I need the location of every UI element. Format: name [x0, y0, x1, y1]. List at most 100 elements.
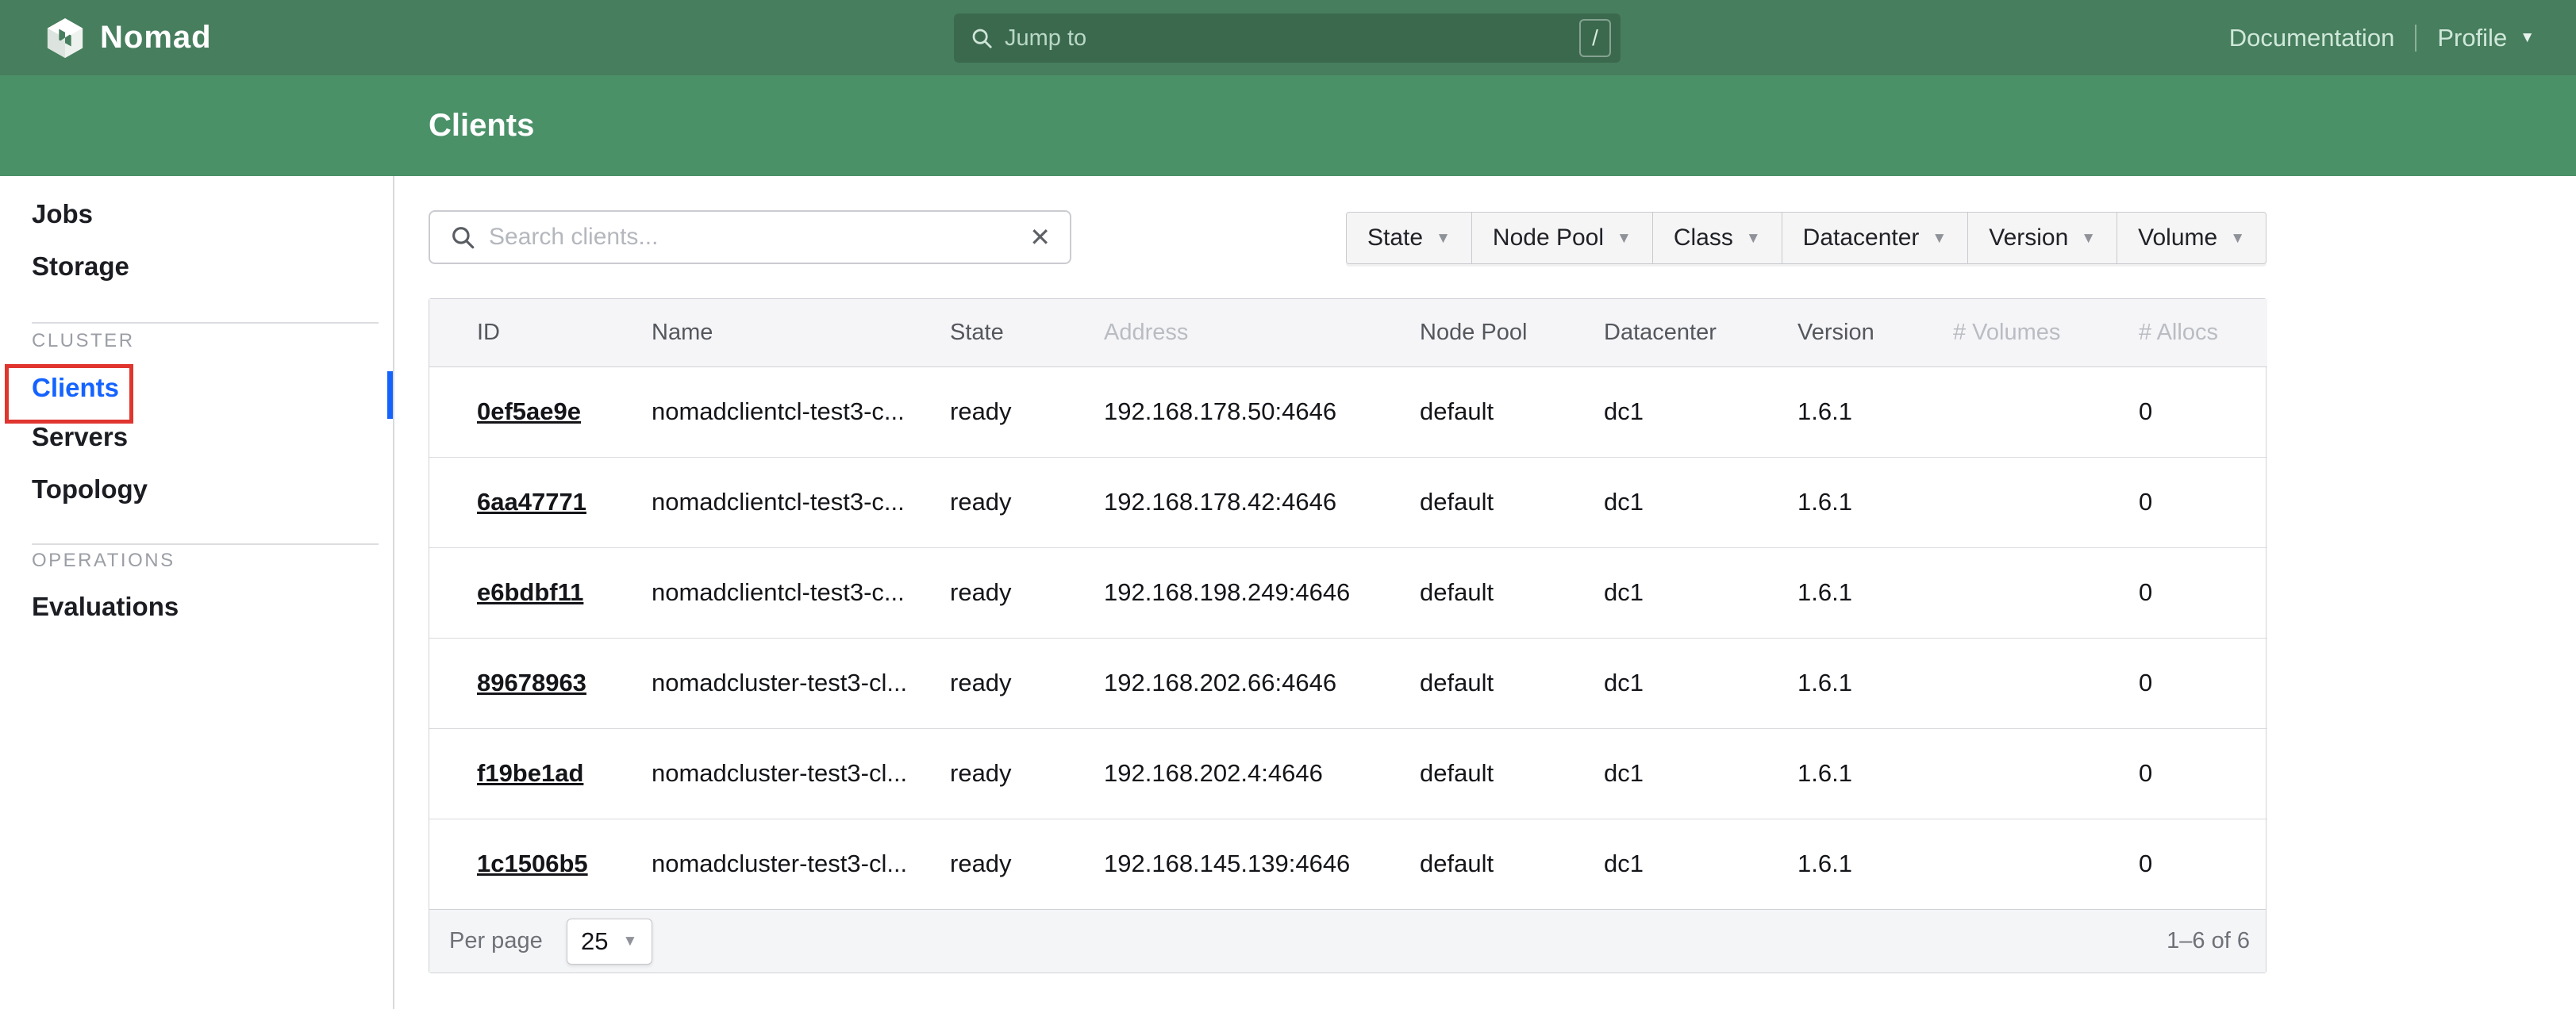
- client-address-cell: 192.168.178.50:4646: [1104, 366, 1420, 457]
- client-id-cell: 6aa47771: [429, 457, 652, 547]
- sidebar-item-topology[interactable]: Topology: [32, 472, 148, 507]
- caret-down-icon: ▼: [2230, 231, 2245, 246]
- client-allocs-cell: 0: [2139, 457, 2267, 547]
- clients-table-body: 0ef5ae9e nomadclientcl-test3-c... ready …: [429, 366, 2267, 909]
- filter-label: Node Pool: [1493, 224, 1604, 251]
- client-version-cell: 1.6.1: [1797, 728, 1953, 819]
- column-header-datacenter[interactable]: Datacenter: [1604, 299, 1797, 366]
- client-id-link[interactable]: 6aa47771: [477, 488, 586, 516]
- client-node-pool-cell: default: [1420, 819, 1604, 909]
- jump-to-input[interactable]: [1005, 25, 1579, 52]
- client-state-cell: ready: [950, 547, 1104, 638]
- filter-button-datacenter[interactable]: Datacenter ▼: [1782, 212, 1969, 264]
- profile-menu[interactable]: Profile ▼: [2437, 24, 2535, 52]
- table-footer: Per page 25 ▼ 1–6 of 6: [429, 909, 2266, 973]
- table-row[interactable]: 6aa47771 nomadclientcl-test3-c... ready …: [429, 457, 2267, 547]
- column-header-version[interactable]: Version: [1797, 299, 1953, 366]
- filter-button-class[interactable]: Class ▼: [1653, 212, 1782, 264]
- filter-button-version[interactable]: Version ▼: [1968, 212, 2117, 264]
- client-id-link[interactable]: f19be1ad: [477, 759, 583, 787]
- slash-shortcut-badge: /: [1579, 19, 1611, 57]
- sidebar-item-evaluations[interactable]: Evaluations: [32, 589, 179, 624]
- client-allocs-cell: 0: [2139, 819, 2267, 909]
- nav-separator: [2415, 25, 2416, 52]
- client-id-link[interactable]: 1c1506b5: [477, 850, 588, 877]
- clients-table-card: ID Name State Address Node Pool Datacent…: [429, 298, 2266, 973]
- page-title: Clients: [429, 108, 534, 144]
- profile-label: Profile: [2437, 24, 2507, 52]
- jump-to-search[interactable]: /: [954, 13, 1621, 63]
- filter-button-volume[interactable]: Volume ▼: [2117, 212, 2266, 264]
- per-page-select[interactable]: 25 ▼: [567, 919, 652, 965]
- nav-links: Documentation Profile ▼: [2229, 0, 2535, 75]
- documentation-link[interactable]: Documentation: [2229, 24, 2395, 52]
- sidebar-section-cluster-label: CLUSTER: [32, 329, 135, 353]
- sidebar-divider: [32, 322, 379, 324]
- client-datacenter-cell: dc1: [1604, 819, 1797, 909]
- filter-button-state[interactable]: State ▼: [1346, 212, 1472, 264]
- client-version-cell: 1.6.1: [1797, 457, 1953, 547]
- sidebar-section-operations-label: OPERATIONS: [32, 549, 175, 573]
- client-name-cell: nomadcluster-test3-cl...: [652, 819, 950, 909]
- nomad-logo-icon: [46, 17, 84, 59]
- client-volumes-cell: [1953, 457, 2139, 547]
- sidebar-item-jobs[interactable]: Jobs: [32, 197, 93, 232]
- clear-search-button[interactable]: ✕: [1029, 224, 1051, 250]
- table-row[interactable]: f19be1ad nomadcluster-test3-cl... ready …: [429, 728, 2267, 819]
- client-name-cell: nomadclientcl-test3-c...: [652, 547, 950, 638]
- table-row[interactable]: 1c1506b5 nomadcluster-test3-cl... ready …: [429, 819, 2267, 909]
- brand-name: Nomad: [100, 20, 212, 56]
- caret-down-icon: ▼: [1617, 231, 1632, 246]
- column-header-address: Address: [1104, 299, 1420, 366]
- filter-label: State: [1367, 224, 1423, 251]
- column-header-state[interactable]: State: [950, 299, 1104, 366]
- client-id-link[interactable]: e6bdbf11: [477, 578, 583, 606]
- nomad-brand-link[interactable]: Nomad: [46, 0, 212, 75]
- client-state-cell: ready: [950, 728, 1104, 819]
- client-address-cell: 192.168.198.249:4646: [1104, 547, 1420, 638]
- caret-down-icon: ▼: [623, 934, 638, 949]
- client-id-link[interactable]: 89678963: [477, 669, 586, 696]
- client-allocs-cell: 0: [2139, 728, 2267, 819]
- table-row[interactable]: 89678963 nomadcluster-test3-cl... ready …: [429, 638, 2267, 728]
- caret-down-icon: ▼: [1932, 231, 1947, 246]
- caret-down-icon: ▼: [1746, 231, 1761, 246]
- client-volumes-cell: [1953, 547, 2139, 638]
- table-row[interactable]: 0ef5ae9e nomadclientcl-test3-c... ready …: [429, 366, 2267, 457]
- client-name-cell: nomadcluster-test3-cl...: [652, 638, 950, 728]
- sidebar-divider: [32, 543, 379, 545]
- filter-bar: State ▼ Node Pool ▼ Class ▼ Datacenter ▼…: [1346, 212, 2266, 264]
- client-datacenter-cell: dc1: [1604, 638, 1797, 728]
- client-name-cell: nomadclientcl-test3-c...: [652, 366, 950, 457]
- per-page-label: Per page: [449, 928, 543, 954]
- caret-down-icon: ▼: [2081, 231, 2096, 246]
- client-node-pool-cell: default: [1420, 457, 1604, 547]
- column-header-allocs: # Allocs: [2139, 299, 2267, 366]
- client-name-cell: nomadclientcl-test3-c...: [652, 457, 950, 547]
- filter-label: Volume: [2138, 224, 2217, 251]
- filter-label: Version: [1989, 224, 2068, 251]
- client-id-cell: 1c1506b5: [429, 819, 652, 909]
- column-header-id[interactable]: ID: [429, 299, 652, 366]
- page-header: Clients: [0, 75, 2576, 176]
- client-id-link[interactable]: 0ef5ae9e: [477, 397, 581, 425]
- sidebar-item-clients[interactable]: Clients: [32, 370, 119, 405]
- client-volumes-cell: [1953, 366, 2139, 457]
- client-id-cell: 89678963: [429, 638, 652, 728]
- sidebar-item-storage[interactable]: Storage: [32, 249, 129, 284]
- client-datacenter-cell: dc1: [1604, 728, 1797, 819]
- search-clients-input[interactable]: [489, 224, 1029, 251]
- client-id-cell: f19be1ad: [429, 728, 652, 819]
- client-volumes-cell: [1953, 728, 2139, 819]
- client-volumes-cell: [1953, 819, 2139, 909]
- clients-table: ID Name State Address Node Pool Datacent…: [429, 299, 2267, 909]
- column-header-volumes: # Volumes: [1953, 299, 2139, 366]
- search-icon: [449, 224, 476, 251]
- client-name-cell: nomadcluster-test3-cl...: [652, 728, 950, 819]
- column-header-node-pool[interactable]: Node Pool: [1420, 299, 1604, 366]
- filter-button-node-pool[interactable]: Node Pool ▼: [1472, 212, 1653, 264]
- table-row[interactable]: e6bdbf11 nomadclientcl-test3-c... ready …: [429, 547, 2267, 638]
- sidebar-item-servers[interactable]: Servers: [32, 420, 128, 455]
- filter-label: Datacenter: [1803, 224, 1920, 251]
- column-header-name[interactable]: Name: [652, 299, 950, 366]
